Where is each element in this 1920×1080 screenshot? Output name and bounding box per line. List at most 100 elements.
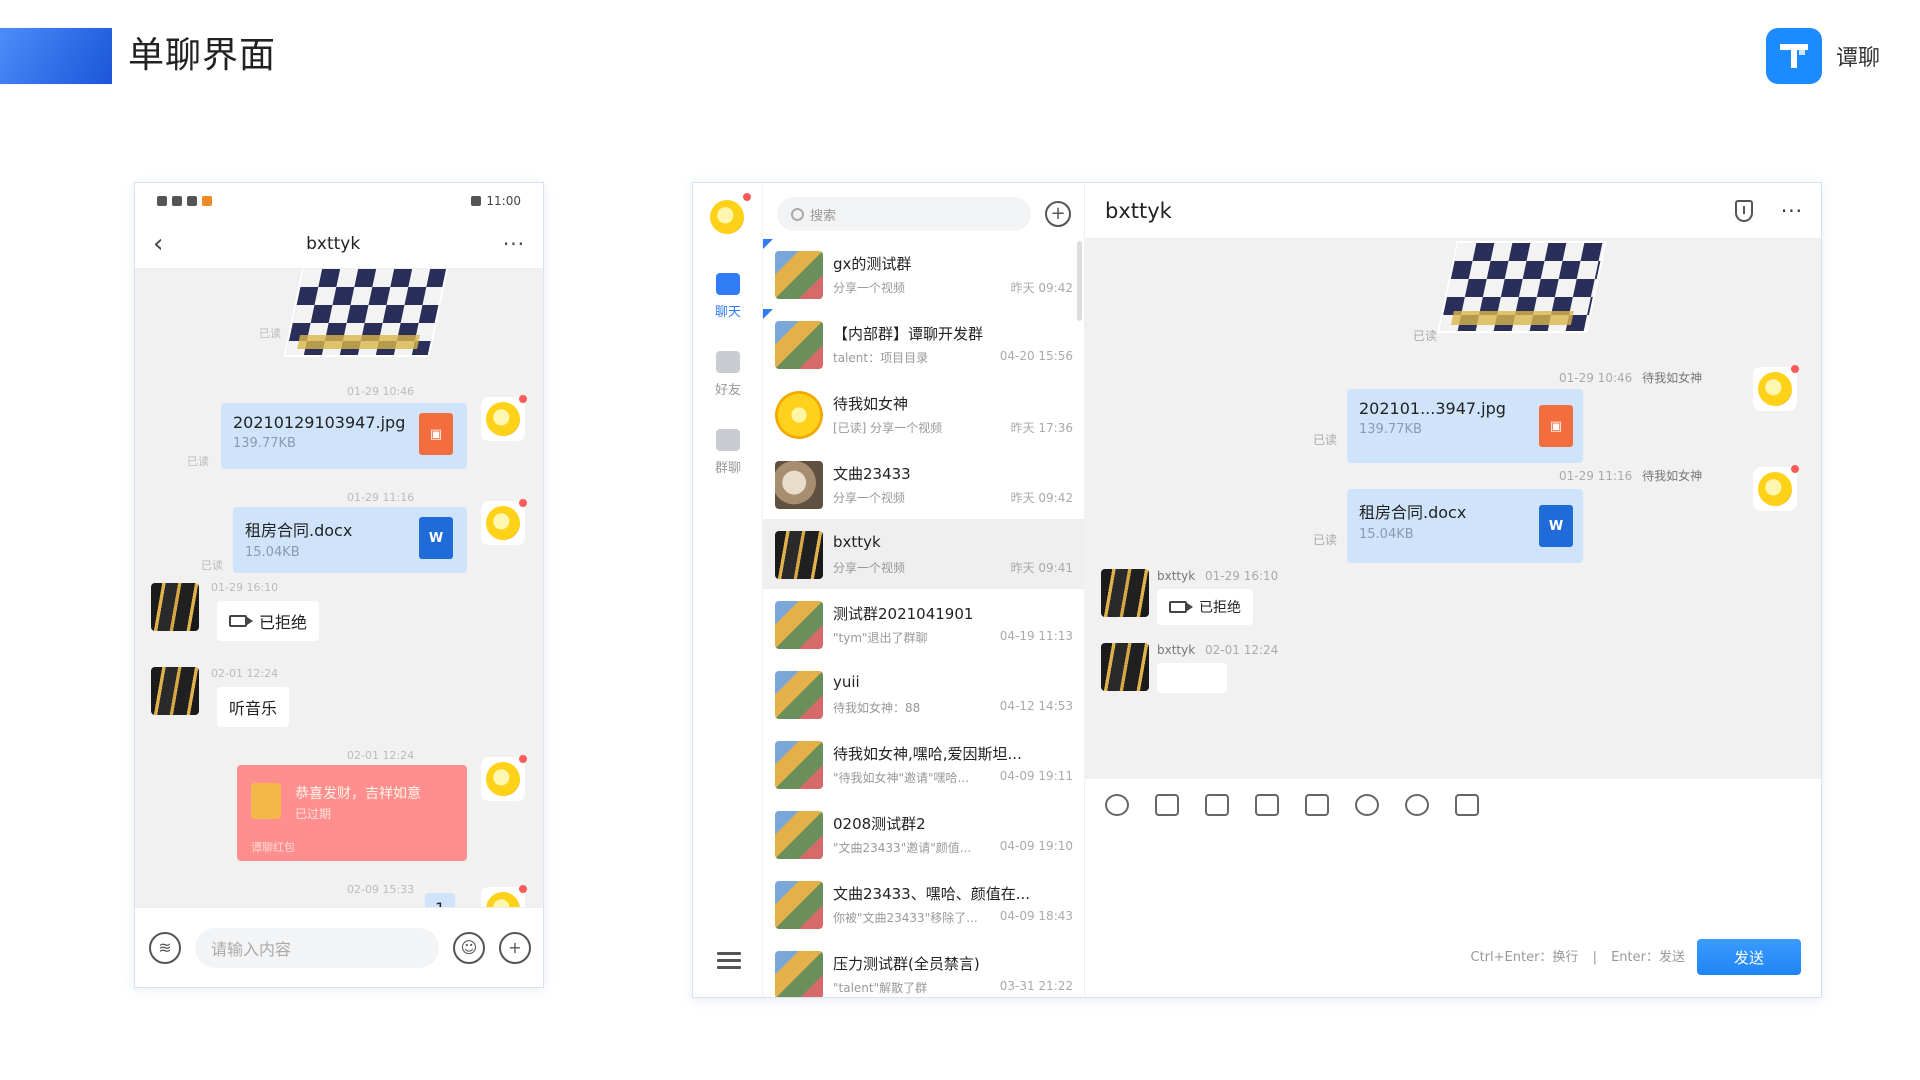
- chess-image-message[interactable]: [283, 269, 449, 357]
- group-avatar: [775, 741, 823, 789]
- conversation-preview: "talent"解散了群: [833, 981, 928, 995]
- mobile-chat-mockup: 11:00 ‹ bxttyk ··· 已读 01-29 10:46 202101…: [134, 182, 544, 988]
- emoji-icon[interactable]: ☺: [453, 931, 485, 964]
- message-time: 01-29 11:16: [347, 491, 415, 504]
- avatar[interactable]: [151, 667, 199, 715]
- read-status: 已读: [201, 559, 223, 572]
- avatar[interactable]: [481, 755, 527, 801]
- image-icon[interactable]: [1155, 794, 1179, 816]
- nav-item-chat[interactable]: 聊天: [693, 273, 763, 320]
- send-button[interactable]: 发送: [1697, 939, 1801, 975]
- avatar[interactable]: [1753, 365, 1799, 411]
- more-icon[interactable]: ···: [1781, 199, 1803, 223]
- plus-icon[interactable]: +: [499, 931, 531, 964]
- file-message-image[interactable]: 20210129103947.jpg 139.77KB ▣: [221, 403, 467, 469]
- compose-area[interactable]: Ctrl+Enter：换行 | Enter：发送 发送: [1085, 831, 1821, 997]
- my-avatar[interactable]: [705, 193, 751, 239]
- file-icon[interactable]: [1205, 794, 1229, 816]
- video-file-icon[interactable]: [1255, 794, 1279, 816]
- search-input[interactable]: 搜索: [777, 197, 1031, 231]
- message-time: 02-01 12:24: [347, 749, 415, 762]
- message-meta: 01-29 11:16 待我如女神: [1559, 467, 1702, 484]
- word-file-icon: W: [419, 517, 453, 559]
- more-icon[interactable]: ···: [503, 232, 525, 256]
- mobile-message-list[interactable]: 已读 01-29 10:46 20210129103947.jpg 139.77…: [135, 269, 543, 909]
- conversation-name: 0208测试群2: [833, 815, 926, 833]
- shield-icon[interactable]: [1734, 199, 1753, 222]
- group-avatar: [775, 251, 823, 299]
- conversation-item[interactable]: 待我如女神 [已读] 分享一个视频 昨天 17:36: [763, 379, 1085, 449]
- message-meta: bxttyk 02-01 12:24: [1157, 643, 1278, 657]
- battery-icon: [471, 196, 482, 206]
- conversation-name: 文曲23433、嘿哈、颜值在...: [833, 885, 1031, 903]
- chess-image-message[interactable]: [1437, 241, 1607, 333]
- file-message-docx[interactable]: 租房合同.docx 15.04KB W: [1347, 489, 1583, 563]
- red-packet-greeting: 恭喜发财，吉祥如意: [295, 786, 421, 802]
- message-meta: bxttyk 01-29 16:10: [1157, 569, 1278, 583]
- avatar[interactable]: [481, 395, 527, 441]
- group-avatar: [775, 671, 823, 719]
- conversation-item[interactable]: 压力测试群(全员禁言) "talent"解散了群 03-31 21:22: [763, 939, 1085, 997]
- conversation-preview: 待我如女神：88: [833, 701, 921, 715]
- conversation-item[interactable]: 待我如女神,嘿哈,爱因斯坦... "待我如女神"邀请"嘿哈... 04-09 1…: [763, 729, 1085, 799]
- conversation-name: 待我如女神,嘿哈,爱因斯坦...: [833, 745, 1022, 763]
- conversation-preview: 分享一个视频: [833, 281, 906, 295]
- message-text: 已拒绝: [1199, 600, 1241, 616]
- avatar[interactable]: [1101, 643, 1149, 691]
- file-message-docx[interactable]: 租房合同.docx 15.04KB W: [233, 507, 467, 573]
- avatar[interactable]: [151, 583, 199, 631]
- file-message-image[interactable]: 202101...3947.jpg 139.77KB ▣: [1347, 389, 1583, 463]
- status-bar: 11:00: [135, 183, 543, 219]
- video-call-rejected-message[interactable]: 已拒绝: [1157, 589, 1253, 625]
- video-call-rejected-message[interactable]: 已拒绝: [217, 601, 320, 641]
- conversation-item[interactable]: 文曲23433 分享一个视频 昨天 09:42: [763, 449, 1085, 519]
- message-meta: 01-29 10:46 待我如女神: [1559, 369, 1702, 386]
- emoji-icon[interactable]: [1105, 794, 1129, 816]
- conversation-item[interactable]: 【内部群】谭聊开发群 talent：项目目录 04-20 15:56: [763, 309, 1085, 379]
- nav-item-groups[interactable]: 群聊: [693, 429, 763, 476]
- nav-item-friends[interactable]: 好友: [693, 351, 763, 398]
- message-input[interactable]: 请输入内容: [195, 927, 439, 968]
- conversation-item[interactable]: 文曲23433、嘿哈、颜值在... 你被"文曲23433"移除了... 04-0…: [763, 869, 1085, 939]
- conversation-name: yuii: [833, 673, 860, 691]
- conversation-item[interactable]: gx的测试群 分享一个视频 昨天 09:42: [763, 239, 1085, 309]
- app-notification-icon: [202, 196, 212, 206]
- text-message-partial[interactable]: [1157, 663, 1227, 693]
- nav-label: 群聊: [714, 461, 741, 476]
- voice-icon[interactable]: ≋: [149, 931, 181, 964]
- text-message[interactable]: 听音乐: [217, 687, 290, 727]
- contact-card-icon[interactable]: [1305, 794, 1329, 816]
- conversation-preview: "待我如女神"邀请"嘿哈...: [833, 771, 970, 785]
- avatar[interactable]: [481, 499, 527, 545]
- pinned-marker: [763, 309, 773, 319]
- video-call-icon: [229, 615, 253, 627]
- word-file-icon: W: [1539, 505, 1573, 547]
- conversation-item-active[interactable]: bxttyk 分享一个视频 昨天 09:41: [763, 519, 1085, 589]
- chat-title: bxttyk: [1105, 198, 1172, 223]
- group-user-icon[interactable]: [1355, 794, 1379, 816]
- read-status: 已读: [1313, 433, 1338, 447]
- conversation-item[interactable]: yuii 待我如女神：88 04-12 14:53: [763, 659, 1085, 729]
- status-icons-right: 11:00: [471, 194, 521, 208]
- red-packet-message[interactable]: 恭喜发财，吉祥如意 已过期 谭聊红包: [237, 765, 467, 861]
- desktop-chat-panel: bxttyk ··· 已读 01-29 10:46 待我如女神 202101..…: [1085, 183, 1821, 997]
- phone-call-icon[interactable]: [1405, 794, 1429, 816]
- avatar[interactable]: [1101, 569, 1149, 617]
- desktop-message-list[interactable]: 已读 01-29 10:46 待我如女神 202101...3947.jpg 1…: [1085, 239, 1821, 779]
- message-time: 02-09 15:33: [347, 883, 415, 896]
- conversation-item[interactable]: 测试群2021041901 "tym"退出了群聊 04-19 11:13: [763, 589, 1085, 659]
- conversation-item[interactable]: 0208测试群2 "文曲23433"邀请"颜值... 04-09 19:10: [763, 799, 1085, 869]
- group-avatar: [775, 321, 823, 369]
- video-call-icon[interactable]: [1455, 794, 1479, 816]
- menu-icon[interactable]: [717, 948, 741, 973]
- conversation-time: 昨天 09:41: [1010, 561, 1073, 575]
- message-sender: 待我如女神: [1642, 469, 1703, 483]
- back-icon[interactable]: ‹: [153, 229, 163, 259]
- groups-icon: [716, 429, 740, 451]
- signal-icon: [157, 196, 167, 206]
- avatar[interactable]: [481, 885, 527, 909]
- avatar[interactable]: [1753, 465, 1799, 511]
- message-time: 02-01 12:24: [211, 667, 279, 680]
- add-icon[interactable]: +: [1045, 201, 1071, 227]
- friends-icon: [716, 351, 740, 373]
